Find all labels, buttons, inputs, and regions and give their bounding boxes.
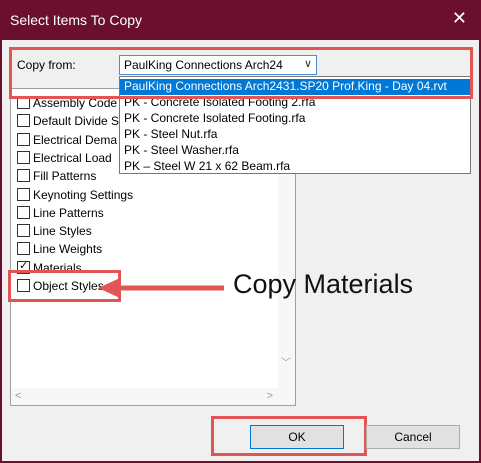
checkbox[interactable] [17, 187, 30, 201]
list-item[interactable]: Default Divide S [17, 114, 119, 130]
dropdown-option[interactable]: PK - Steel Nut.rfa [120, 127, 470, 143]
list-item-label: Default Divide S [33, 114, 120, 129]
list-item-label: Keynoting Settings [33, 187, 134, 202]
annotation-copy-materials: Copy Materials [233, 269, 414, 299]
list-item-label: Electrical Load [33, 150, 112, 165]
list-item[interactable]: Line Patterns [17, 205, 104, 222]
highlight-box-copy-from [9, 47, 473, 99]
scroll-down-icon[interactable]: ﹀ [281, 354, 291, 369]
dropdown-option[interactable]: PK - Steel Washer.rfa [120, 143, 470, 159]
window-title: Select Items To Copy [10, 12, 143, 28]
window-border-left [0, 40, 2, 463]
list-item[interactable]: Fill Patterns [17, 169, 96, 185]
checkbox[interactable] [17, 114, 30, 128]
scroll-left-icon[interactable]: < [15, 390, 21, 402]
dropdown-option[interactable]: PK - Concrete Isolated Footing.rfa [120, 111, 470, 127]
checkbox[interactable] [17, 205, 30, 219]
cancel-button[interactable]: Cancel [366, 425, 460, 449]
list-item-label: Line Patterns [33, 205, 104, 220]
checkbox[interactable] [17, 169, 30, 183]
annotation-arrow-icon [98, 278, 224, 298]
checkbox[interactable] [17, 150, 30, 164]
checkbox[interactable] [17, 224, 30, 238]
checkbox[interactable] [17, 242, 30, 256]
list-item-label: Line Weights [33, 242, 103, 257]
list-item[interactable]: Line Weights [17, 242, 102, 258]
list-item[interactable]: Electrical Load [17, 150, 112, 167]
list-item-label: Electrical Dema [33, 132, 118, 147]
checkbox[interactable] [17, 132, 30, 146]
list-item[interactable]: Electrical Dema [17, 132, 118, 149]
title-bar: Select Items To Copy ✕ [0, 0, 481, 40]
dropdown-option[interactable]: PK – Steel W 21 x 62 Beam.rfa [120, 159, 470, 175]
close-icon[interactable]: ✕ [452, 9, 467, 27]
horizontal-scrollbar[interactable]: < > [11, 388, 295, 405]
ok-button[interactable]: OK [250, 425, 344, 449]
scroll-right-icon[interactable]: > [267, 390, 273, 402]
list-item-label: Fill Patterns [33, 169, 97, 184]
list-item[interactable]: Line Styles [17, 224, 92, 240]
list-item[interactable]: Keynoting Settings [17, 187, 134, 204]
list-item-label: Line Styles [33, 224, 92, 239]
